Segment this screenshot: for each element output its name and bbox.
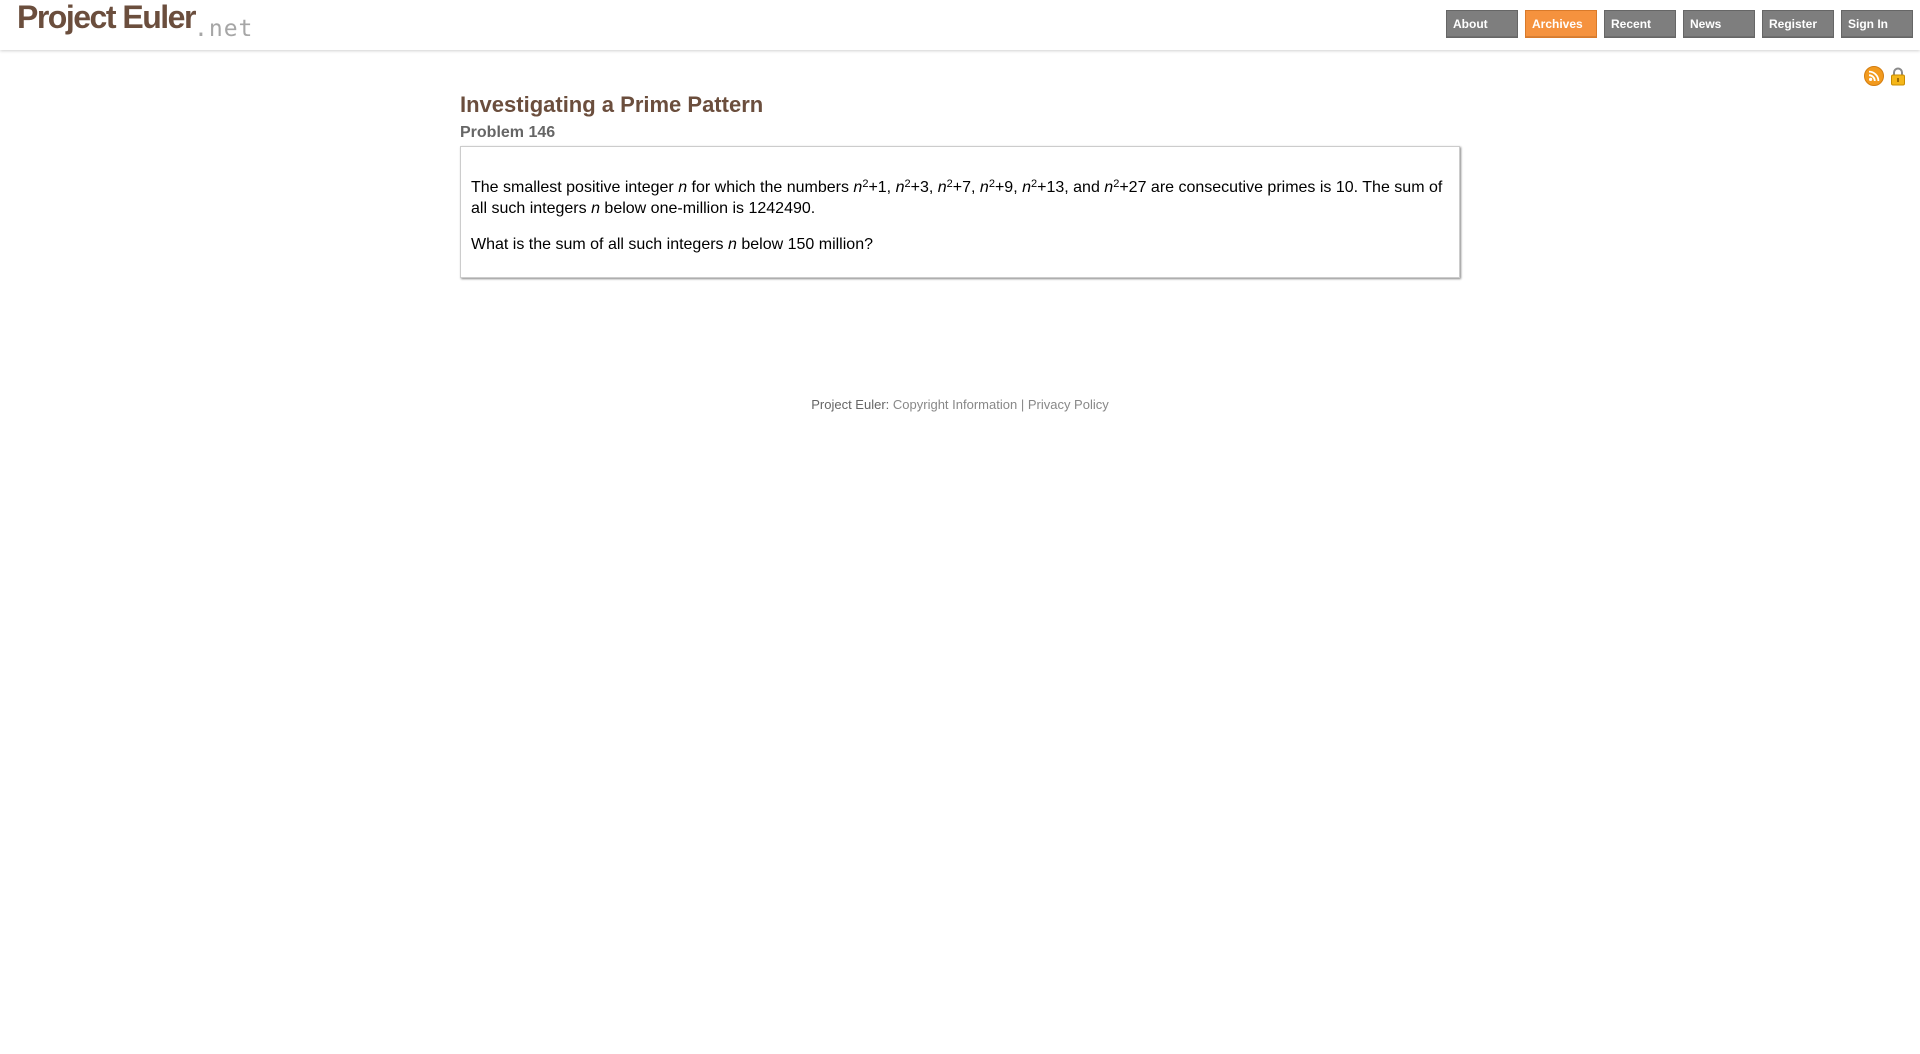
nav-sign-in[interactable]: Sign In — [1841, 10, 1913, 38]
rss-icon[interactable] — [1864, 66, 1884, 86]
page-icons — [1864, 66, 1908, 86]
lock-icon[interactable] — [1888, 66, 1908, 86]
problem-content: Investigating a Prime Pattern Problem 14… — [460, 89, 1460, 278]
problem-number: Problem 146 — [460, 124, 556, 141]
nav-about[interactable]: About — [1446, 10, 1518, 38]
footer-separator: | — [1020, 397, 1025, 412]
footer-site-label: Project Euler: — [811, 397, 890, 412]
nav-news[interactable]: News — [1683, 10, 1755, 38]
nav-recent[interactable]: Recent — [1604, 10, 1676, 38]
problem-statement: The smallest positive integer n for whic… — [460, 146, 1460, 278]
nav-archives[interactable]: Archives — [1525, 10, 1597, 38]
page-title: Investigating a Prime Pattern — [460, 92, 764, 117]
problem-paragraph-2: What is the sum of all such integers n b… — [471, 236, 873, 253]
logo-text: Project Euler — [17, 0, 196, 35]
copyright-link[interactable]: Copyright Information — [893, 397, 1017, 412]
problem-paragraph-1: The smallest positive integer n for whic… — [471, 178, 1443, 218]
main-nav: About Archives Recent News Register Sign… — [1446, 10, 1913, 38]
logo-suffix: .net — [194, 16, 254, 42]
nav-register[interactable]: Register — [1762, 10, 1834, 38]
top-bar: Project Euler .net About Archives Recent… — [0, 0, 1920, 50]
footer: Project Euler: Copyright Information | P… — [0, 396, 1920, 414]
privacy-policy-link[interactable]: Privacy Policy — [1028, 397, 1109, 412]
